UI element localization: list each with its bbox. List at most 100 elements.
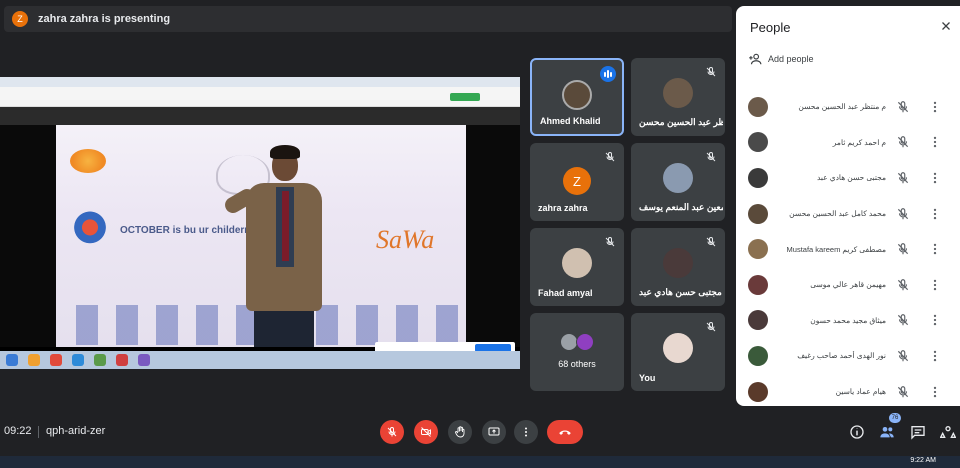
app-icon xyxy=(94,354,106,366)
people-list-item[interactable]: نور الهدى أحمد صاحب رغيف xyxy=(736,338,960,374)
present-screen-button[interactable] xyxy=(482,420,506,444)
participant-avatar xyxy=(576,333,594,351)
people-list-item[interactable]: م احمد كريم ثامر xyxy=(736,125,960,161)
folder-icon xyxy=(28,354,40,366)
raise-hand-button[interactable] xyxy=(448,420,472,444)
chrome-icon xyxy=(50,354,62,366)
chat-icon[interactable] xyxy=(910,424,926,440)
shared-top-strip xyxy=(0,107,520,127)
shared-screen[interactable]: OCTOBER is bu ur childern SaWa xyxy=(0,77,520,369)
member-avatar xyxy=(748,381,768,402)
people-list-item[interactable]: مهيمن قاهر عالي موسى xyxy=(736,267,960,303)
participant-name: Fahad amyal xyxy=(538,288,593,298)
others-tile[interactable]: 68 others xyxy=(530,313,624,391)
participant-tile[interactable]: منتظر عبد الحسين محسن... xyxy=(631,58,725,136)
participant-avatar xyxy=(562,80,592,110)
shared-window-titlebar xyxy=(0,77,520,87)
add-people-button[interactable]: Add people xyxy=(736,48,960,70)
member-name: نور الهدى أحمد صاحب رغيف xyxy=(797,351,886,361)
people-list-item[interactable]: ميثاق مجيد محمد حسون xyxy=(736,303,960,339)
shared-browser-bar xyxy=(0,87,520,107)
people-panel: People Add people م منتظر عبد الحسين محس… xyxy=(736,6,960,406)
speaker-figure xyxy=(206,145,326,347)
mic-off-icon xyxy=(897,136,909,148)
shared-video: OCTOBER is bu ur childern SaWa xyxy=(0,125,520,347)
member-name: م منتظر عبد الحسين محسن xyxy=(798,102,886,112)
present-icon xyxy=(488,427,500,436)
member-name: مجتبى حسن هادي عبد xyxy=(816,173,886,183)
os-clock: 9:22 AM xyxy=(910,457,936,464)
people-list-item[interactable]: مجتبى حسن هادي عبد xyxy=(736,160,960,196)
divider xyxy=(38,426,39,438)
more-options-icon[interactable] xyxy=(930,171,940,185)
more-options-icon[interactable] xyxy=(930,313,940,327)
shared-taskbar xyxy=(0,351,520,369)
others-count: 68 others xyxy=(558,359,596,369)
participant-avatar xyxy=(663,163,693,193)
presenter-banner: Z zahra zahra is presenting xyxy=(4,6,732,32)
mic-off-icon xyxy=(897,100,909,113)
people-list: م منتظر عبد الحسين محسن م احمد كريم ثامر… xyxy=(736,89,960,406)
meeting-code: qph-arid-zer xyxy=(46,425,106,437)
add-person-icon xyxy=(749,53,762,65)
mic-off-icon xyxy=(706,151,716,162)
more-options-icon[interactable] xyxy=(930,135,940,149)
more-options-icon[interactable] xyxy=(930,100,940,114)
app-icon xyxy=(116,354,128,366)
mic-off-icon xyxy=(897,172,909,184)
os-taskbar: 9:22 AM xyxy=(0,456,960,468)
participant-tile[interactable]: Fahad amyal xyxy=(530,228,624,306)
people-list-item[interactable]: هيام عماد ياسين xyxy=(736,374,960,406)
leave-call-button[interactable] xyxy=(547,420,583,444)
start-icon xyxy=(6,354,18,366)
more-vert-icon xyxy=(525,427,527,437)
more-options-icon[interactable] xyxy=(930,385,940,399)
event-logo-icon xyxy=(70,149,106,173)
people-icon[interactable] xyxy=(879,424,895,440)
add-people-label: Add people xyxy=(768,54,814,64)
member-avatar xyxy=(748,96,768,117)
people-list-item[interactable]: محمد كامل عبد الحسين محسن xyxy=(736,196,960,232)
hang-up-icon xyxy=(559,430,571,435)
meeting-control-bar: 09:22 qph-arid-zer 76 xyxy=(0,410,960,456)
mic-off-icon xyxy=(605,236,615,247)
people-list-item[interactable]: Mustafa kareem مصطفى كريم xyxy=(736,231,960,267)
people-panel-title: People xyxy=(750,19,791,35)
mic-off-icon xyxy=(897,350,909,362)
member-avatar xyxy=(748,274,768,295)
participant-tile[interactable]: Ahmed Khalid xyxy=(530,58,624,136)
people-list-item[interactable]: م منتظر عبد الحسين محسن xyxy=(736,89,960,125)
mic-off-icon xyxy=(605,151,615,162)
camera-toggle-button[interactable] xyxy=(414,420,438,444)
more-options-icon[interactable] xyxy=(930,207,940,221)
participant-tile[interactable]: مجتبى حسن هادي عبد xyxy=(631,228,725,306)
mic-off-icon xyxy=(706,66,716,77)
member-avatar xyxy=(748,310,768,331)
member-name: محمد كامل عبد الحسين محسن xyxy=(789,209,886,219)
mic-off-icon xyxy=(897,385,909,397)
mic-off-icon xyxy=(706,236,716,247)
self-avatar xyxy=(663,333,693,363)
participant-tile[interactable]: Z zahra zahra xyxy=(530,143,624,221)
activities-icon[interactable] xyxy=(940,424,956,440)
self-tile[interactable]: You xyxy=(631,313,725,391)
meeting-time: 09:22 xyxy=(4,425,32,437)
member-name: م احمد كريم ثامر xyxy=(832,137,886,147)
mic-off-icon xyxy=(897,314,909,326)
participant-avatar: Z xyxy=(563,167,591,195)
more-options-button[interactable] xyxy=(514,420,538,444)
browser-icon xyxy=(72,354,84,366)
member-name: ميثاق مجيد محمد حسون xyxy=(810,315,886,325)
microphone-toggle-button[interactable] xyxy=(380,420,404,444)
more-options-icon[interactable] xyxy=(930,349,940,363)
self-name: You xyxy=(639,373,656,383)
info-icon[interactable] xyxy=(849,424,865,440)
presenter-text: zahra zahra is presenting xyxy=(38,13,171,25)
more-options-icon[interactable] xyxy=(930,278,940,292)
close-icon[interactable] xyxy=(940,20,952,32)
participant-tile[interactable]: معين عبد المنعم يوسف... xyxy=(631,143,725,221)
mic-off-icon xyxy=(897,207,909,219)
member-name: مهيمن قاهر عالي موسى xyxy=(810,280,886,290)
more-options-icon[interactable] xyxy=(930,242,940,256)
camera-off-icon xyxy=(421,427,431,437)
